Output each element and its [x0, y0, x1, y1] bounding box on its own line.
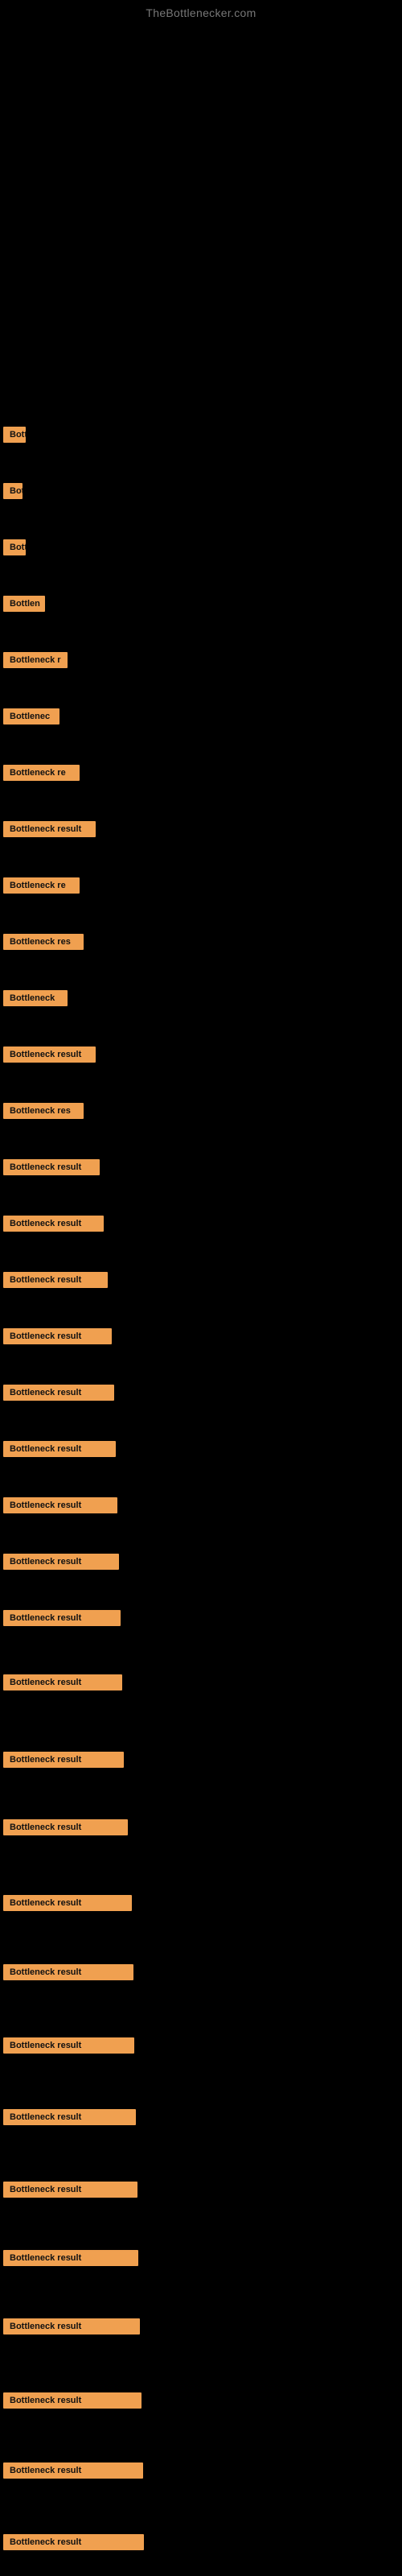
result-row-18: Bottleneck result: [3, 1385, 114, 1401]
result-row-26: Bottleneck result: [3, 1895, 132, 1911]
result-label: Bottleneck result: [3, 2250, 138, 2266]
result-label: Bottleneck result: [3, 2392, 142, 2409]
result-label: Bottleneck result: [3, 1674, 122, 1690]
result-row-20: Bottleneck result: [3, 1497, 117, 1513]
result-row-17: Bottleneck result: [3, 1328, 112, 1344]
result-label: Bottleneck result: [3, 1046, 96, 1063]
result-label: Bottleneck result: [3, 1819, 128, 1835]
result-row-34: Bottleneck result: [3, 2462, 143, 2479]
result-row-32: Bottleneck result: [3, 2318, 140, 2334]
result-row-16: Bottleneck result: [3, 1272, 108, 1288]
result-row-25: Bottleneck result: [3, 1819, 128, 1835]
result-row-1: Bottleneck result: [3, 427, 26, 443]
result-row-27: Bottleneck result: [3, 1964, 133, 1980]
result-row-13: Bottleneck res: [3, 1103, 84, 1119]
result-label: Bottleneck result: [3, 1554, 119, 1570]
result-row-8: Bottleneck result: [3, 821, 96, 837]
result-label: Bottlenec: [3, 708, 59, 724]
result-label: Bottleneck result: [3, 821, 96, 837]
result-row-9: Bottleneck re: [3, 877, 80, 894]
result-label: Bottleneck result: [3, 1328, 112, 1344]
result-row-15: Bottleneck result: [3, 1216, 104, 1232]
result-label: Bottleneck result: [3, 483, 23, 499]
result-label: Bottleneck result: [3, 2462, 143, 2479]
result-label: Bottleneck res: [3, 934, 84, 950]
result-label: Bottleneck result: [3, 1895, 132, 1911]
result-row-24: Bottleneck result: [3, 1752, 124, 1768]
result-label: Bottleneck result: [3, 2109, 136, 2125]
result-label: Bottleneck result: [3, 1610, 121, 1626]
result-row-19: Bottleneck result: [3, 1441, 116, 1457]
result-row-6: Bottlenec: [3, 708, 59, 724]
result-label: Bottleneck res: [3, 1103, 84, 1119]
result-row-11: Bottleneck: [3, 990, 68, 1006]
result-row-10: Bottleneck res: [3, 934, 84, 950]
result-row-5: Bottleneck r: [3, 652, 68, 668]
result-label: Bottleneck r: [3, 652, 68, 668]
result-row-30: Bottleneck result: [3, 2182, 137, 2198]
result-row-2: Bottleneck result: [3, 483, 23, 499]
result-label: Bottlen: [3, 596, 45, 612]
result-row-31: Bottleneck result: [3, 2250, 138, 2266]
result-row-3: Bottleneck result: [3, 539, 26, 555]
site-title: TheBottlenecker.com: [0, 6, 402, 19]
result-row-35: Bottleneck result: [3, 2534, 144, 2550]
result-label: Bottleneck result: [3, 1964, 133, 1980]
result-label: Bottleneck result: [3, 427, 26, 443]
result-label: Bottleneck result: [3, 1159, 100, 1175]
result-row-29: Bottleneck result: [3, 2109, 136, 2125]
result-label: Bottleneck result: [3, 2037, 134, 2054]
result-row-12: Bottleneck result: [3, 1046, 96, 1063]
result-label: Bottleneck result: [3, 2534, 144, 2550]
result-label: Bottleneck result: [3, 1385, 114, 1401]
result-label: Bottleneck re: [3, 877, 80, 894]
result-row-7: Bottleneck re: [3, 765, 80, 781]
result-label: Bottleneck result: [3, 1441, 116, 1457]
result-row-33: Bottleneck result: [3, 2392, 142, 2409]
result-row-14: Bottleneck result: [3, 1159, 100, 1175]
result-label: Bottleneck: [3, 990, 68, 1006]
result-label: Bottleneck result: [3, 1216, 104, 1232]
result-row-23: Bottleneck result: [3, 1674, 122, 1690]
result-label: Bottleneck result: [3, 1272, 108, 1288]
result-label: Bottleneck result: [3, 2182, 137, 2198]
result-label: Bottleneck result: [3, 539, 26, 555]
result-label: Bottleneck result: [3, 2318, 140, 2334]
result-row-22: Bottleneck result: [3, 1610, 121, 1626]
result-row-28: Bottleneck result: [3, 2037, 134, 2054]
result-label: Bottleneck result: [3, 1497, 117, 1513]
result-row-4: Bottlen: [3, 596, 45, 612]
result-label: Bottleneck re: [3, 765, 80, 781]
result-label: Bottleneck result: [3, 1752, 124, 1768]
result-row-21: Bottleneck result: [3, 1554, 119, 1570]
